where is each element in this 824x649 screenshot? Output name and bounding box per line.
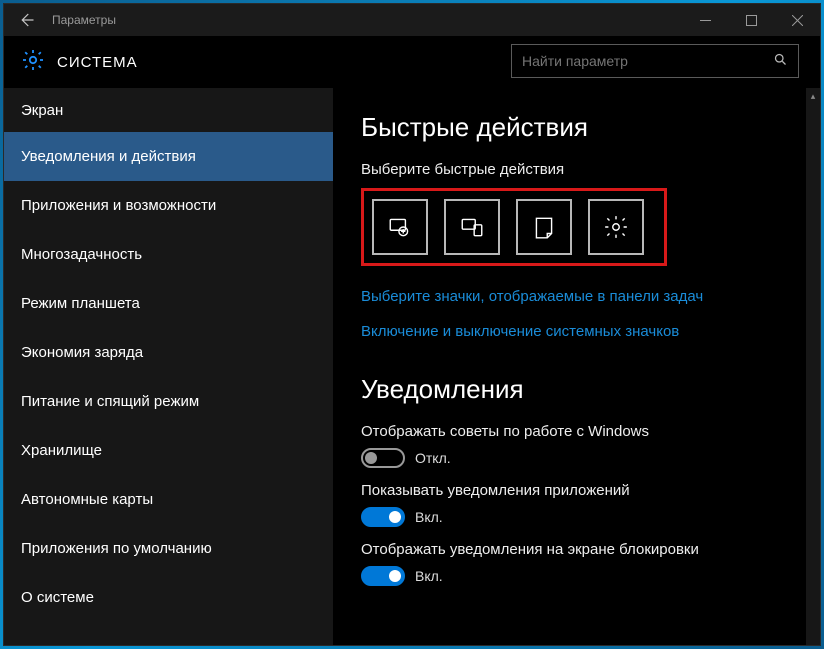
sidebar-item-notifications[interactable]: Уведомления и действия bbox=[4, 132, 333, 181]
toggle-app-notifications[interactable] bbox=[361, 507, 405, 527]
search-box[interactable] bbox=[511, 44, 799, 78]
gear-icon bbox=[21, 48, 45, 77]
maximize-button[interactable] bbox=[728, 4, 774, 36]
setting-windows-tips: Отображать советы по работе с Windows От… bbox=[361, 423, 792, 468]
sidebar-item-label: О системе bbox=[21, 589, 94, 606]
sidebar-item-default-apps[interactable]: Приложения по умолчанию bbox=[4, 524, 333, 573]
scroll-up-icon[interactable]: ▴ bbox=[806, 88, 820, 104]
scrollbar[interactable]: ▴ bbox=[806, 88, 820, 645]
quick-actions-highlight bbox=[361, 188, 667, 266]
search-input[interactable] bbox=[512, 53, 762, 69]
sidebar-item-label: Многозадачность bbox=[21, 246, 142, 263]
sidebar-item-about[interactable]: О системе bbox=[4, 573, 333, 622]
close-button[interactable] bbox=[774, 4, 820, 36]
sidebar: Экран Уведомления и действия Приложения … bbox=[4, 88, 333, 645]
link-system-icons[interactable]: Включение и выключение системных значков bbox=[361, 323, 792, 340]
quick-action-all-settings[interactable] bbox=[588, 199, 644, 255]
quick-actions-sublabel: Выберите быстрые действия bbox=[361, 161, 792, 178]
sidebar-item-storage[interactable]: Хранилище bbox=[4, 426, 333, 475]
sidebar-item-offline-maps[interactable]: Автономные карты bbox=[4, 475, 333, 524]
toggle-lockscreen-notifications[interactable] bbox=[361, 566, 405, 586]
search-icon bbox=[762, 52, 798, 70]
sidebar-item-label: Уведомления и действия bbox=[21, 148, 196, 165]
setting-label: Отображать уведомления на экране блокиро… bbox=[361, 541, 792, 558]
titlebar: Параметры bbox=[4, 4, 820, 36]
quick-action-note[interactable] bbox=[516, 199, 572, 255]
sidebar-item-label: Режим планшета bbox=[21, 295, 140, 312]
sidebar-item-label: Экран bbox=[21, 102, 63, 119]
toggle-state-text: Вкл. bbox=[415, 568, 443, 584]
toggle-windows-tips[interactable] bbox=[361, 448, 405, 468]
sidebar-item-label: Питание и спящий режим bbox=[21, 393, 199, 410]
content-panel: Быстрые действия Выберите быстрые действ… bbox=[333, 88, 820, 645]
sidebar-item-multitasking[interactable]: Многозадачность bbox=[4, 230, 333, 279]
sidebar-item-display[interactable]: Экран bbox=[4, 88, 333, 132]
setting-label: Показывать уведомления приложений bbox=[361, 482, 792, 499]
quick-action-connect[interactable] bbox=[444, 199, 500, 255]
setting-label: Отображать советы по работе с Windows bbox=[361, 423, 792, 440]
settings-window: Параметры СИСТЕМА Экра bbox=[3, 3, 821, 646]
setting-app-notifications: Показывать уведомления приложений Вкл. bbox=[361, 482, 792, 527]
sidebar-item-label: Экономия заряда bbox=[21, 344, 143, 361]
sidebar-item-tablet[interactable]: Режим планшета bbox=[4, 279, 333, 328]
sidebar-item-apps[interactable]: Приложения и возможности bbox=[4, 181, 333, 230]
quick-actions-heading: Быстрые действия bbox=[361, 112, 792, 143]
sidebar-item-label: Приложения и возможности bbox=[21, 197, 216, 214]
sidebar-item-label: Автономные карты bbox=[21, 491, 153, 508]
link-taskbar-icons[interactable]: Выберите значки, отображаемые в панели з… bbox=[361, 288, 792, 305]
sidebar-item-battery[interactable]: Экономия заряда bbox=[4, 328, 333, 377]
sidebar-item-label: Хранилище bbox=[21, 442, 102, 459]
sidebar-item-power[interactable]: Питание и спящий режим bbox=[4, 377, 333, 426]
header: СИСТЕМА bbox=[4, 36, 820, 88]
quick-action-tablet-mode[interactable] bbox=[372, 199, 428, 255]
notifications-heading: Уведомления bbox=[361, 374, 792, 405]
minimize-button[interactable] bbox=[682, 4, 728, 36]
window-title: Параметры bbox=[52, 13, 116, 27]
back-button[interactable] bbox=[4, 4, 48, 36]
quick-actions-row bbox=[372, 199, 644, 255]
section-title: СИСТЕМА bbox=[57, 54, 138, 71]
setting-lockscreen-notifications: Отображать уведомления на экране блокиро… bbox=[361, 541, 792, 586]
toggle-state-text: Вкл. bbox=[415, 509, 443, 525]
sidebar-item-label: Приложения по умолчанию bbox=[21, 540, 212, 557]
toggle-state-text: Откл. bbox=[415, 450, 451, 466]
